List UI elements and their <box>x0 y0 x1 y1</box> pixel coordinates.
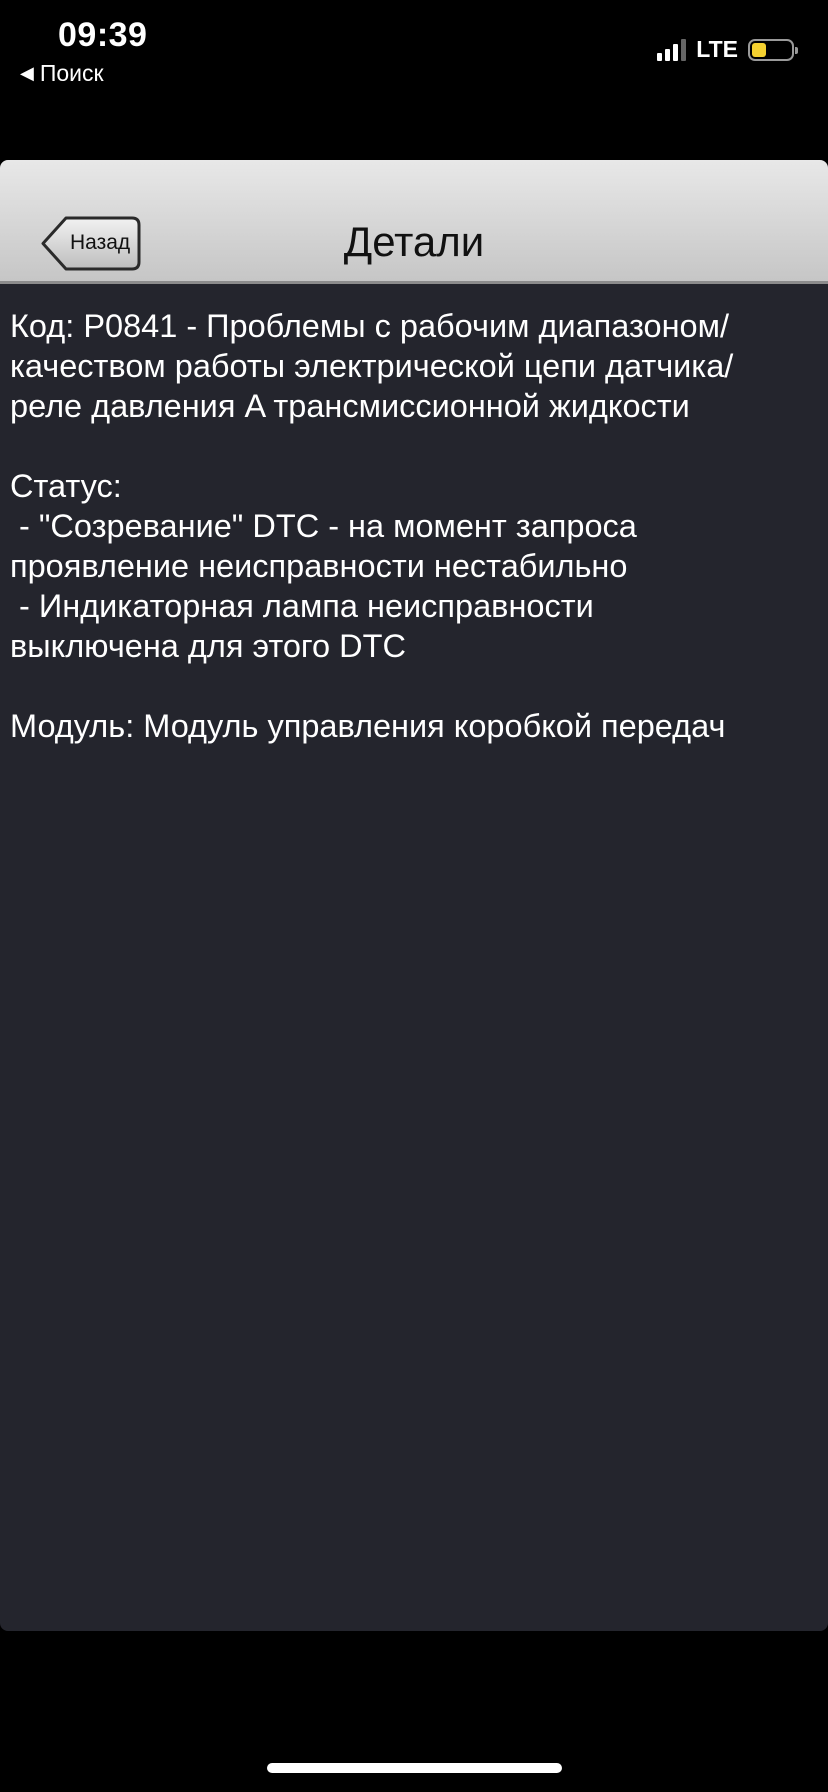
cellular-signal-icon <box>657 38 687 61</box>
navigation-bar: Назад Детали <box>0 160 828 284</box>
text-line: Код: P0841 - Проблемы с рабочим диапазон… <box>10 308 729 344</box>
text-line: - "Созревание" DTC - на момент запроса <box>10 508 637 544</box>
dtc-code-description: Код: P0841 - Проблемы с рабочим диапазон… <box>10 306 818 426</box>
dtc-module: Модуль: Модуль управления коробкой перед… <box>10 706 818 746</box>
page-title: Детали <box>343 218 485 265</box>
text-line: Статус: <box>10 468 122 504</box>
status-bar: 09:39 ◀ Поиск LTE <box>0 0 828 100</box>
status-time: 09:39 <box>58 16 148 54</box>
dtc-status: Статус: - "Созревание" DTC - на момент з… <box>10 466 818 666</box>
text-line: проявление неисправности нестабильно <box>10 548 628 584</box>
battery-level <box>752 42 766 57</box>
dtc-details: Код: P0841 - Проблемы с рабочим диапазон… <box>10 306 818 786</box>
battery-icon <box>748 38 798 61</box>
back-to-app-link[interactable]: ◀ Поиск <box>20 60 104 87</box>
text-line: Модуль: Модуль управления коробкой перед… <box>10 708 726 744</box>
text-line: качеством работы электрической цепи датч… <box>10 348 734 384</box>
back-app-label: Поиск <box>39 60 104 86</box>
status-indicators: LTE <box>657 36 798 63</box>
text-line: реле давления A трансмиссионной жидкости <box>10 388 690 424</box>
network-type: LTE <box>696 36 738 62</box>
back-triangle-icon: ◀ <box>20 63 34 83</box>
details-panel: Назад Детали Код: P0841 - Проблемы с раб… <box>0 160 828 1631</box>
text-line: выключена для этого DTC <box>10 628 406 664</box>
home-indicator[interactable] <box>267 1763 562 1773</box>
text-line: - Индикаторная лампа неисправности <box>10 588 594 624</box>
